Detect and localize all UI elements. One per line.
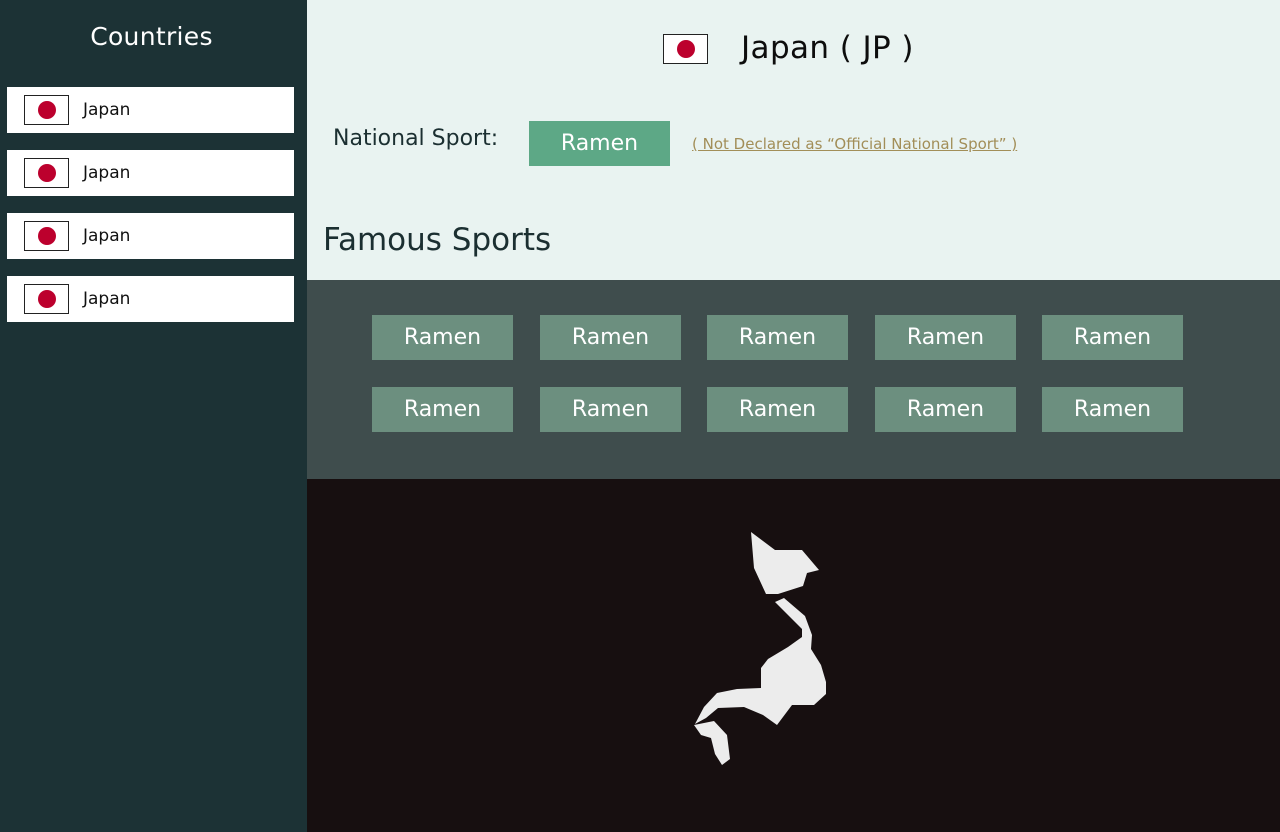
countries-sidebar: Countries Japan Japan Japan Japan [0,0,307,832]
country-header: Japan ( JP ) National Sport: Ramen ( Not… [307,0,1280,280]
famous-sports-grid: Ramen Ramen Ramen Ramen Ramen Ramen Rame… [307,280,1280,479]
sidebar-title: Countries [90,22,213,51]
country-item-label: Japan [83,226,131,246]
country-item-japan[interactable]: Japan [7,213,294,259]
sport-button[interactable]: Ramen [372,387,513,432]
sport-button[interactable]: Ramen [1042,387,1183,432]
not-declared-link[interactable]: ( Not Declared as “Official National Spo… [692,135,1017,153]
japan-map-icon [694,532,826,765]
famous-sports-title: Famous Sports [323,222,552,258]
sport-button[interactable]: Ramen [1042,315,1183,360]
sport-button[interactable]: Ramen [540,387,681,432]
sport-button[interactable]: Ramen [875,315,1016,360]
sport-button[interactable]: Ramen [875,387,1016,432]
country-item-label: Japan [83,289,131,309]
country-item-label: Japan [83,100,131,120]
country-title: Japan ( JP ) [741,30,914,66]
country-item-japan[interactable]: Japan [7,150,294,196]
sport-button[interactable]: Ramen [707,315,848,360]
country-item-japan[interactable]: Japan [7,276,294,322]
national-sport-label: National Sport: [333,126,499,151]
japan-flag-icon [24,284,69,314]
country-item-label: Japan [83,163,131,183]
japan-flag-icon [24,158,69,188]
japan-flag-icon [24,95,69,125]
sport-button[interactable]: Ramen [540,315,681,360]
japan-flag-icon [24,221,69,251]
national-sport-badge[interactable]: Ramen [529,121,670,166]
country-item-japan[interactable]: Japan [7,87,294,133]
japan-flag-icon [663,34,708,64]
sport-button[interactable]: Ramen [707,387,848,432]
sport-button[interactable]: Ramen [372,315,513,360]
country-map [307,479,1280,832]
